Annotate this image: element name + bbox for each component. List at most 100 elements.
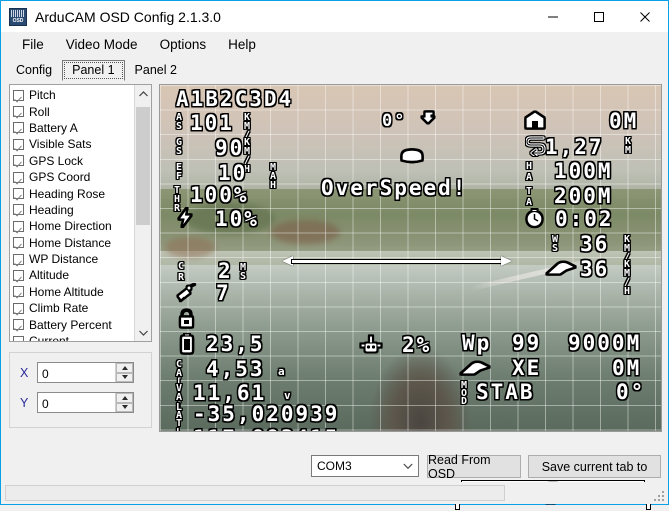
list-item-label: Heading Rose [29, 186, 106, 201]
osd-lon-value: 117,883415 [193, 428, 339, 432]
osd-wind-speed-value: 36 [580, 232, 610, 256]
y-stepper[interactable]: 0 [37, 392, 134, 413]
osd-preview[interactable]: A1B2C3D4 AS 101 K M / H GS 90 K M / H EF 10 MA… [159, 84, 662, 432]
osd-wp-distance-unit: KM [625, 136, 632, 156]
scroll-down-arrow[interactable] [135, 324, 151, 341]
osd-battery-value: 23,5 [206, 332, 265, 356]
tab-panel-1[interactable]: Panel 1 [62, 60, 125, 81]
list-item[interactable]: Heading [13, 202, 134, 218]
list-item[interactable]: Altitude [13, 267, 134, 283]
y-input[interactable]: 0 [38, 393, 115, 412]
tab-config[interactable]: Config [6, 60, 62, 81]
osd-current-value: 4,53 [206, 357, 265, 381]
scroll-thumb[interactable] [136, 107, 150, 225]
panel-item-list[interactable]: Pitch Roll Battery A Visible Sats GPS Lock GP… [9, 84, 152, 342]
aircraft-icon [398, 147, 426, 172]
osd-warning-text: OverSpeed! [321, 176, 468, 200]
minimize-button[interactable] [530, 1, 576, 32]
checkbox[interactable] [13, 106, 24, 118]
list-item[interactable]: GPS Coord [13, 169, 134, 185]
checkbox[interactable] [13, 220, 24, 232]
maximize-button[interactable] [576, 1, 622, 32]
checkbox[interactable] [13, 188, 24, 200]
list-item[interactable]: Climb Rate [13, 300, 134, 316]
osd-xtrack-value: 0M [612, 356, 642, 380]
checkbox[interactable] [13, 89, 24, 101]
list-item[interactable]: Visible Sats [13, 136, 134, 152]
checkbox[interactable] [13, 122, 24, 134]
checkbox[interactable] [13, 269, 24, 281]
list-item[interactable]: Home Direction [13, 218, 134, 234]
checkbox[interactable] [13, 335, 24, 341]
scroll-up-arrow[interactable] [135, 85, 151, 102]
drone-icon [360, 334, 382, 361]
list-item-label: Pitch [29, 88, 56, 103]
menu-file[interactable]: File [11, 34, 55, 55]
window-title: ArduCAM OSD Config 2.1.3.0 [35, 8, 221, 25]
window-controls [530, 1, 668, 32]
list-item-label: Battery A [29, 120, 78, 135]
read-from-osd-button[interactable]: Read From OSD [427, 453, 521, 481]
osd-timer-value: 0:02 [555, 207, 614, 231]
osd-alt-value: 200M [554, 184, 613, 208]
osd-home-distance-value: 0M [609, 109, 639, 133]
list-item[interactable]: Pitch [13, 87, 134, 103]
com-port-select[interactable]: COM3 [311, 455, 419, 477]
position-group: X 0 Y 0 [9, 352, 152, 428]
list-item[interactable]: Roll [13, 103, 134, 119]
save-current-tab-button[interactable]: Save current tab to [528, 455, 661, 478]
list-item-label: Current [29, 334, 70, 342]
checkbox[interactable] [13, 171, 24, 183]
app-window: OSD ArduCAM OSD Config 2.1.3.0 File Vide… [0, 0, 669, 509]
osd-efficiency-label: EF [176, 162, 183, 182]
menu-help[interactable]: Help [217, 34, 267, 55]
checkbox[interactable] [13, 253, 24, 265]
x-decrement-button[interactable] [116, 372, 133, 382]
list-item[interactable]: Current [13, 333, 134, 342]
checkbox[interactable] [13, 237, 24, 249]
list-item[interactable]: Home Distance [13, 235, 134, 251]
list-item[interactable]: Battery A [13, 120, 134, 136]
status-bar [1, 482, 668, 504]
winding-road-icon [525, 136, 546, 161]
checkbox[interactable] [13, 319, 24, 331]
list-item[interactable]: GPS Lock [13, 153, 134, 169]
x-increment-button[interactable] [116, 363, 133, 373]
osd-groundspeed-label: GS [176, 137, 183, 157]
osd-wind-dir-unit: K M / H [624, 259, 631, 297]
osd-wp-distance-total: 9000M [568, 331, 642, 355]
osd-power-value: 10% [215, 207, 259, 231]
tab-panel-2[interactable]: Panel 2 [125, 60, 187, 81]
osd-alt-label: TA [526, 186, 533, 208]
resize-grip[interactable] [652, 489, 664, 501]
list-item[interactable]: Home Altitude [13, 284, 134, 300]
wind-arrow-icon [546, 260, 576, 282]
osd-airspeed-label: AS [176, 112, 183, 132]
list-scrollbar[interactable] [134, 85, 151, 341]
list-item[interactable]: WP Distance [13, 251, 134, 267]
close-button[interactable] [622, 1, 668, 32]
x-input[interactable]: 0 [38, 363, 115, 382]
checkbox[interactable] [13, 204, 24, 216]
list-item-label: Battery Percent [29, 317, 112, 332]
list-item-label: WP Distance [29, 252, 99, 267]
checkbox[interactable] [13, 138, 24, 150]
menu-options[interactable]: Options [149, 34, 218, 55]
checkbox[interactable] [13, 302, 24, 314]
y-increment-button[interactable] [116, 393, 133, 403]
osd-lat-label: LAT [176, 402, 183, 429]
checkbox[interactable] [13, 155, 24, 167]
y-decrement-button[interactable] [116, 402, 133, 412]
y-row: Y 0 [20, 392, 151, 413]
list-item-label: Climb Rate [29, 301, 89, 316]
list-item[interactable]: Battery Percent [13, 316, 134, 332]
list-item[interactable]: Heading Rose [13, 185, 134, 201]
checkbox[interactable] [13, 286, 24, 298]
home-direction-arrow-icon [420, 111, 438, 134]
osd-wp-label: Wp [462, 331, 492, 355]
osd-wp-number: 99 [512, 331, 542, 355]
x-stepper[interactable]: 0 [37, 362, 134, 383]
list-item-label: Visible Sats [29, 137, 92, 152]
menu-video-mode[interactable]: Video Mode [55, 34, 149, 55]
osd-wind-dir-value: 36 [580, 257, 610, 281]
